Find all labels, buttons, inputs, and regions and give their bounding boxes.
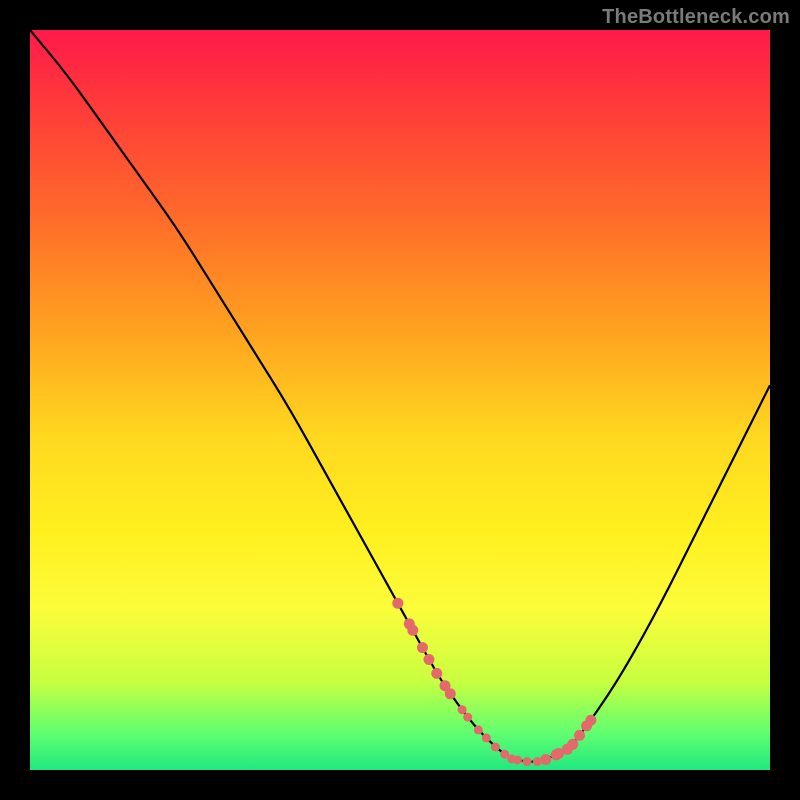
marker-dot (540, 754, 551, 765)
curve-svg (30, 30, 770, 770)
marker-dot (424, 654, 435, 665)
marker-dot (417, 642, 428, 653)
marker-dot (474, 725, 483, 734)
marker-dot (445, 689, 454, 698)
marker-dot (463, 713, 472, 722)
marker-dot (523, 757, 532, 766)
plot-area (30, 30, 770, 770)
watermark-text: TheBottleneck.com (602, 6, 790, 29)
marker-dot (585, 715, 596, 726)
bottleneck-curve (30, 30, 770, 762)
marker-dot (431, 668, 442, 679)
marker-dot (482, 733, 491, 742)
chart-frame: TheBottleneck.com (0, 0, 800, 800)
marker-dot (491, 743, 500, 752)
marker-dot (392, 598, 403, 609)
marker-dot (513, 756, 522, 765)
marker-dot (574, 730, 585, 741)
marker-dot (567, 739, 578, 750)
marker-dot (458, 705, 467, 714)
marker-dot (407, 625, 418, 636)
curve-markers (392, 598, 596, 766)
